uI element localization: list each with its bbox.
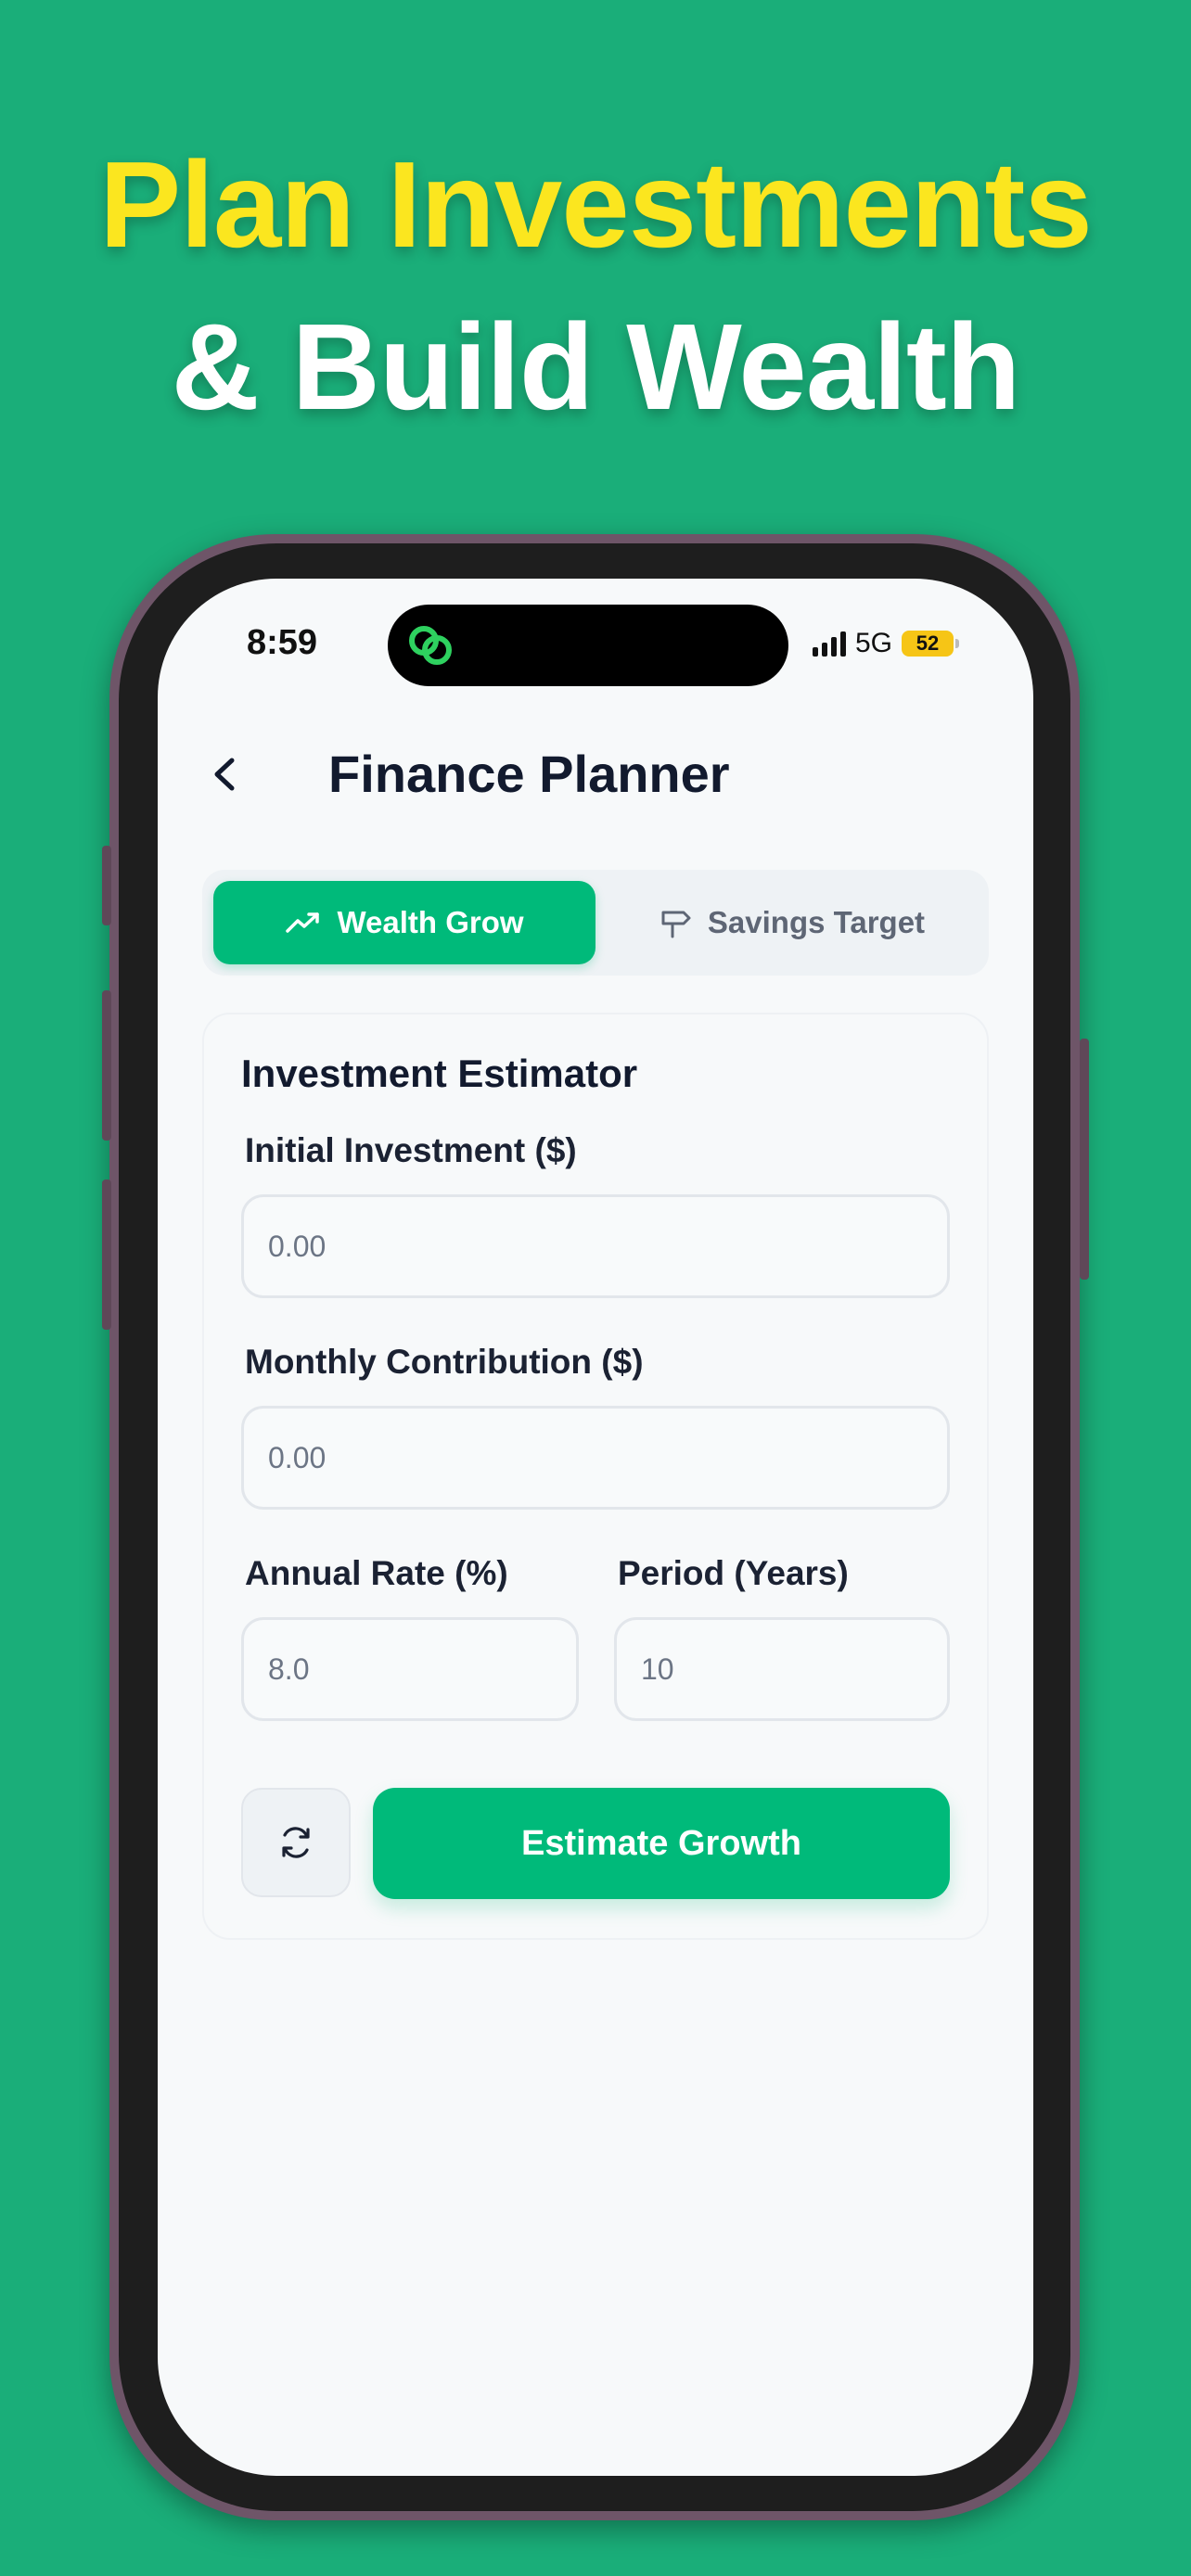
period-input[interactable]	[614, 1617, 950, 1721]
link-rings-icon	[409, 626, 452, 665]
network-type: 5G	[855, 628, 893, 658]
back-button[interactable]	[198, 742, 254, 807]
power-button	[1080, 1039, 1089, 1280]
tab-savings-target-label: Savings Target	[707, 905, 926, 939]
chevron-left-icon	[214, 758, 235, 791]
headline-line-1: Plan Investments	[99, 136, 1093, 273]
mode-tabs: Wealth Grow Savings Target	[202, 870, 989, 976]
tab-wealth-grow-label: Wealth Grow	[337, 905, 524, 939]
period-label: Period (Years)	[618, 1554, 849, 1592]
monthly-contribution-input[interactable]	[241, 1406, 950, 1510]
signal-icon	[813, 631, 846, 657]
headline-line-2: & Build Wealth	[171, 299, 1021, 435]
initial-investment-input[interactable]	[241, 1194, 950, 1298]
tab-wealth-grow[interactable]: Wealth Grow	[213, 881, 596, 964]
estimate-growth-button[interactable]: Estimate Growth	[373, 1788, 950, 1899]
dynamic-island	[388, 605, 788, 686]
reset-button[interactable]	[241, 1788, 351, 1897]
page-title: Finance Planner	[328, 745, 730, 803]
refresh-icon	[282, 1827, 310, 1858]
app-screen: 8:59 5G 52 Finance Planner Wealth Grow S…	[158, 579, 1033, 2476]
card-title: Investment Estimator	[241, 1052, 638, 1095]
action-button	[102, 846, 111, 925]
volume-up-button	[102, 990, 111, 1141]
battery-icon: 52	[902, 631, 960, 657]
monthly-contribution-label: Monthly Contribution ($)	[245, 1343, 644, 1381]
annual-rate-input[interactable]	[241, 1617, 579, 1721]
volume-down-button	[102, 1180, 111, 1330]
trending-up-icon	[286, 912, 320, 933]
status-indicators: 5G 52	[813, 627, 960, 660]
investment-estimator-card: Investment Estimator Initial Investment …	[202, 1013, 989, 1940]
tab-savings-target[interactable]: Savings Target	[607, 881, 978, 964]
annual-rate-label: Annual Rate (%)	[245, 1554, 508, 1592]
status-time: 8:59	[247, 623, 318, 662]
initial-investment-label: Initial Investment ($)	[245, 1131, 577, 1169]
signpost-icon	[661, 911, 691, 938]
